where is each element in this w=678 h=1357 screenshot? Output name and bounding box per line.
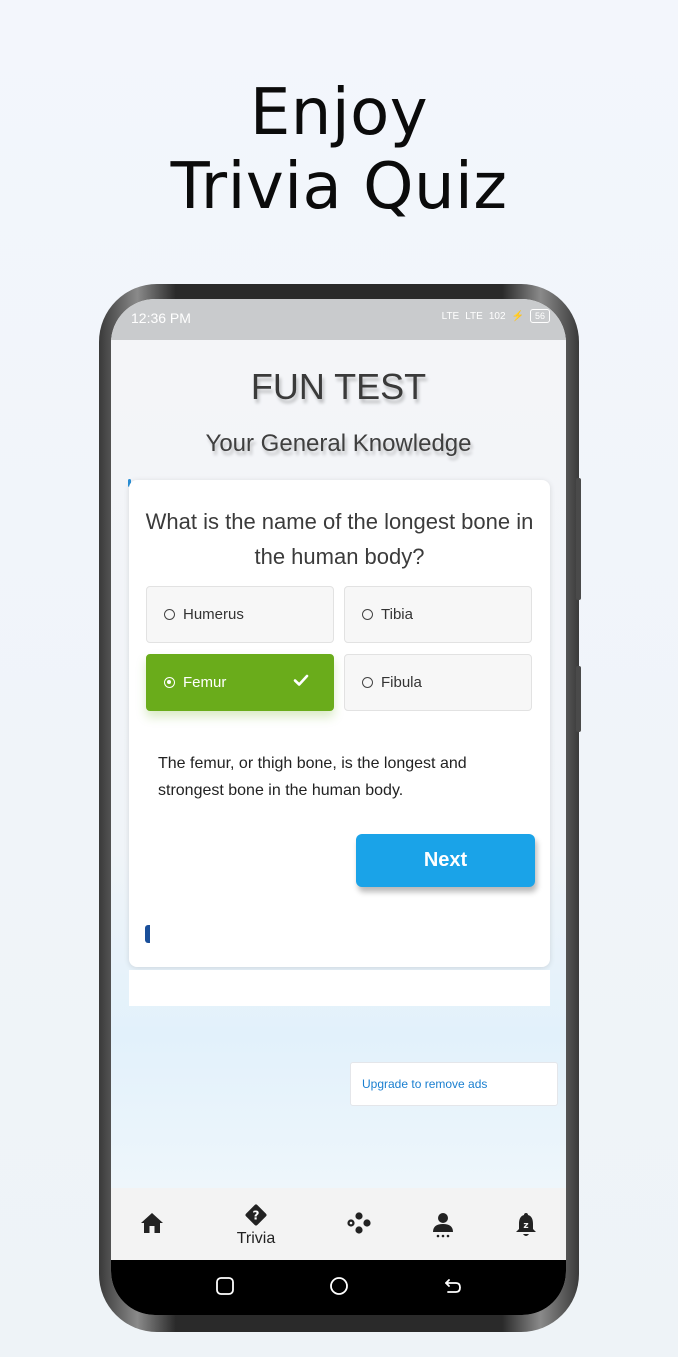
radio-icon bbox=[362, 677, 373, 688]
signal-icon: LTE bbox=[441, 310, 460, 322]
option-label: Tibia bbox=[381, 606, 413, 623]
nav-home[interactable] bbox=[122, 1188, 182, 1260]
home-button-icon[interactable] bbox=[329, 1276, 349, 1296]
radio-icon bbox=[164, 609, 175, 620]
notification-icon: z bbox=[516, 1213, 536, 1236]
radio-selected-icon bbox=[164, 677, 175, 688]
svg-text:z: z bbox=[523, 1221, 528, 1231]
trivia-icon: ? bbox=[245, 1204, 267, 1226]
option-femur[interactable]: Femur bbox=[146, 654, 334, 711]
nav-profile[interactable] bbox=[413, 1188, 473, 1260]
system-nav-bar bbox=[111, 1260, 566, 1315]
option-fibula[interactable]: Fibula bbox=[344, 654, 532, 711]
phone-volume-button bbox=[576, 478, 581, 600]
svg-text:?: ? bbox=[253, 1209, 260, 1223]
nav-notifications[interactable]: z bbox=[496, 1188, 556, 1260]
upgrade-link[interactable]: Upgrade to remove ads bbox=[350, 1062, 558, 1106]
next-button[interactable]: Next bbox=[356, 834, 535, 887]
recent-apps-icon[interactable] bbox=[215, 1276, 235, 1296]
answer-explanation: The femur, or thigh bone, is the longest… bbox=[158, 755, 467, 799]
app-content: FUN TEST Your General Knowledge What is … bbox=[111, 340, 566, 1188]
option-tibia[interactable]: Tibia bbox=[344, 586, 532, 643]
page-subtitle: Your General Knowledge bbox=[205, 430, 472, 457]
promo-headline-line2: Trivia Quiz bbox=[170, 150, 508, 224]
option-label: Fibula bbox=[381, 674, 422, 691]
home-icon bbox=[141, 1213, 163, 1233]
promo-headline-line1: Enjoy bbox=[249, 76, 429, 150]
data-rate: 102 bbox=[488, 310, 506, 322]
progress-indicator bbox=[145, 925, 150, 943]
phone-screen: 12:36 PM LTE LTE 102 ⚡ 56 FUN TEST Your … bbox=[111, 299, 566, 1315]
phone-power-button bbox=[576, 666, 581, 732]
card-footer-strip bbox=[129, 970, 550, 1006]
checkmark-icon bbox=[293, 674, 309, 686]
quiz-card: What is the name of the longest bone in … bbox=[129, 480, 550, 967]
back-icon[interactable] bbox=[443, 1276, 463, 1296]
nav-trivia[interactable]: ? Trivia bbox=[226, 1188, 286, 1260]
status-bar: 12:36 PM LTE LTE 102 ⚡ 56 bbox=[111, 299, 566, 340]
bottom-nav: ? Trivia z bbox=[111, 1188, 566, 1260]
status-time: 12:36 PM bbox=[131, 310, 191, 326]
page-title: FUN TEST bbox=[250, 366, 427, 407]
option-label: Femur bbox=[183, 674, 227, 691]
option-humerus[interactable]: Humerus bbox=[146, 586, 334, 643]
nav-games[interactable] bbox=[329, 1188, 389, 1260]
question-text: What is the name of the longest bone in … bbox=[145, 509, 534, 569]
status-icons: LTE LTE 102 ⚡ 56 bbox=[442, 309, 550, 323]
battery-icon: 56 bbox=[529, 309, 550, 323]
promo-headline: Enjoy Trivia Quiz bbox=[0, 76, 678, 224]
games-icon bbox=[347, 1212, 371, 1234]
nav-trivia-label: Trivia bbox=[236, 1230, 276, 1247]
charging-icon: ⚡ bbox=[511, 310, 524, 322]
option-label: Humerus bbox=[183, 606, 244, 623]
profile-icon bbox=[433, 1213, 453, 1238]
signal-icon-2: LTE bbox=[465, 310, 483, 322]
radio-icon bbox=[362, 609, 373, 620]
